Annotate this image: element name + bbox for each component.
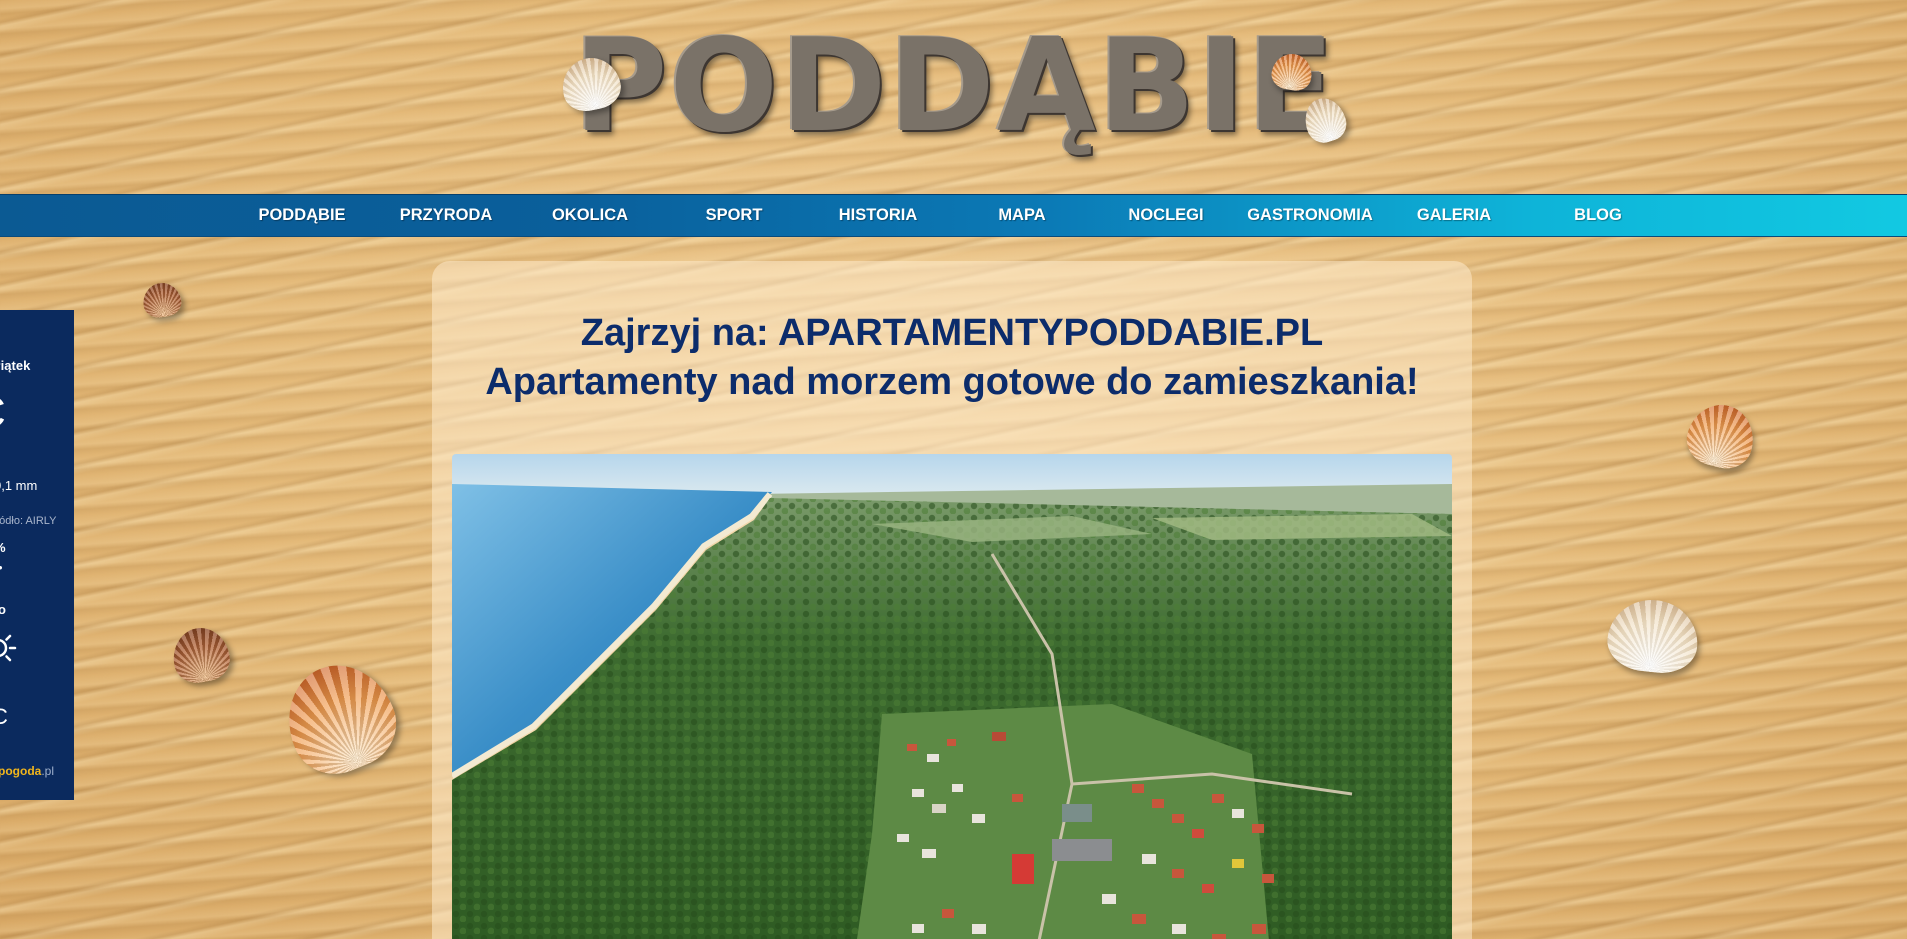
nav-item-noclegi[interactable]: NOCLEGI — [1094, 195, 1238, 236]
shell-decoration — [168, 623, 234, 687]
promo-headline-line2: Apartamenty nad morzem gotowe do zamiesz… — [485, 361, 1419, 403]
shell-decoration — [271, 649, 409, 787]
site-logo[interactable]: PODDĄBIE — [574, 12, 1335, 162]
nav-menu: PODDĄBIE PRZYRODA OKOLICA SPORT HISTORIA… — [230, 195, 1670, 236]
weather-source: źródło: AIRLY — [0, 515, 57, 527]
shell-decoration — [140, 280, 184, 320]
shell-decoration — [1681, 397, 1761, 475]
promo-headline[interactable]: Zajrzyj na: APARTAMENTYPODDABIE.PL Apart… — [432, 309, 1472, 407]
weather-degree-mark: o — [0, 602, 6, 617]
weather-day: Piątek — [0, 358, 31, 373]
weather-widget[interactable]: Piątek C 0,1 mm źródło: AIRLY % • o C po… — [0, 310, 74, 800]
nav-item-okolica[interactable]: OKOLICA — [518, 195, 662, 236]
nav-item-gastronomia[interactable]: GASTRONOMIA — [1238, 195, 1382, 236]
weather-brand-link[interactable]: pogoda.pl — [0, 764, 54, 778]
weather-temperature: C — [0, 388, 6, 438]
weather-temperature-forecast: C — [0, 704, 8, 730]
weather-brand-domain: .pl — [41, 764, 55, 778]
weather-bullet: • — [0, 560, 3, 575]
nav-item-mapa[interactable]: MAPA — [950, 195, 1094, 236]
nav-item-poddabie[interactable]: PODDĄBIE — [230, 195, 374, 236]
weather-precipitation: 0,1 mm — [0, 478, 38, 493]
main-navigation: PODDĄBIE PRZYRODA OKOLICA SPORT HISTORIA… — [0, 194, 1907, 237]
logo-text: PODDĄBIE — [573, 12, 1337, 161]
shell-decoration — [1604, 595, 1702, 677]
sun-icon — [0, 634, 17, 662]
nav-item-historia[interactable]: HISTORIA — [806, 195, 950, 236]
promo-headline-line1: Zajrzyj na: APARTAMENTYPODDABIE.PL — [580, 312, 1324, 354]
aerial-photo — [452, 454, 1452, 939]
nav-item-blog[interactable]: BLOG — [1526, 195, 1670, 236]
weather-percent: % — [0, 540, 6, 555]
nav-item-galeria[interactable]: GALERIA — [1382, 195, 1526, 236]
nav-item-sport[interactable]: SPORT — [662, 195, 806, 236]
weather-brand-name: pogoda — [0, 764, 42, 778]
nav-item-przyroda[interactable]: PRZYRODA — [374, 195, 518, 236]
aerial-photo-image — [452, 454, 1452, 939]
content-panel: Zajrzyj na: APARTAMENTYPODDABIE.PL Apart… — [432, 261, 1472, 939]
